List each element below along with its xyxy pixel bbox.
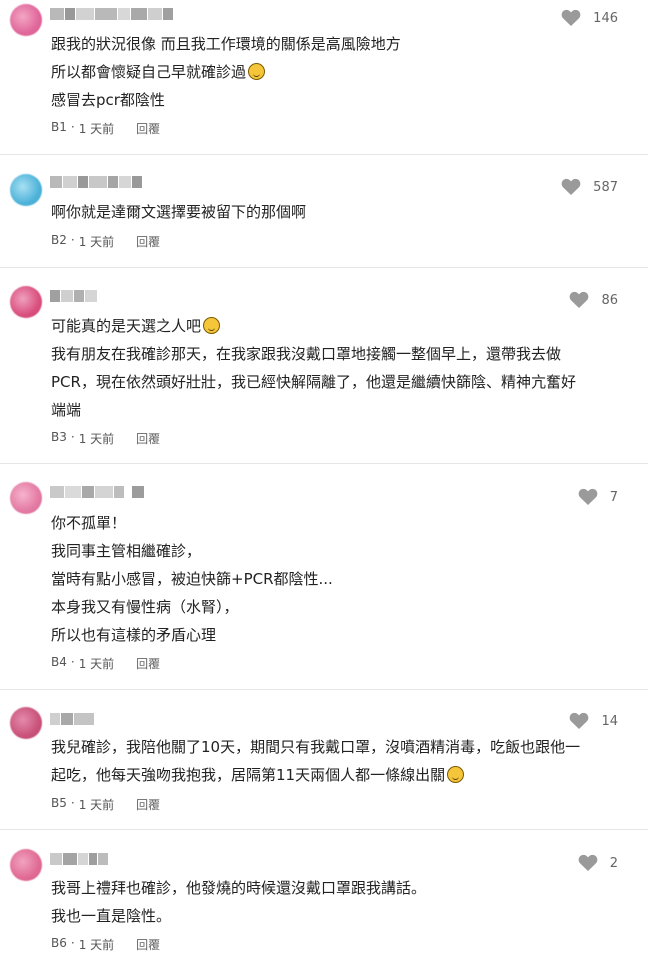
avatar[interactable] — [10, 4, 42, 36]
reply-button[interactable]: 回覆 — [136, 936, 160, 953]
comment-line: 我兒確診，我陪他關了10天，期間只有我戴口罩，沒噴酒精消毒，吃飯也跟他一 — [51, 738, 581, 756]
comment-line: 端端 — [51, 401, 82, 419]
avatar[interactable] — [10, 286, 42, 318]
heart-icon — [578, 854, 598, 871]
laughing-emoji-icon — [447, 766, 465, 783]
separator: · — [70, 796, 75, 810]
comment-line: 啊你就是達爾文選擇要被留下的那個啊 — [51, 203, 307, 221]
like-button[interactable]: 7 — [578, 488, 618, 506]
like-count: 86 — [601, 292, 618, 308]
comment-text: 啊你就是達爾文選擇要被留下的那個啊 — [51, 198, 628, 226]
like-button[interactable]: 14 — [569, 712, 618, 730]
comment-line: 起吃，他每天強吻我抱我，居隔第11天兩個人都一條線出關 — [51, 761, 628, 789]
floor-number: B4 — [51, 655, 67, 669]
heart-icon — [561, 9, 581, 27]
separator: · — [70, 430, 75, 444]
like-count: 7 — [609, 489, 618, 505]
comment-line: 我也一直是陰性。 — [51, 907, 172, 925]
avatar[interactable] — [10, 849, 42, 881]
comment-line: 感冒去pcr都陰性 — [51, 91, 165, 109]
username-blurred[interactable] — [50, 713, 94, 725]
comment-line: 我同事主管相繼確診， — [51, 542, 202, 560]
reply-button[interactable]: 回覆 — [136, 655, 160, 672]
like-button[interactable]: 86 — [569, 291, 618, 309]
comment-line: 當時有點小感冒，被迫快篩+PCR都陰性... — [51, 570, 333, 588]
floor-number: B5 — [51, 796, 67, 810]
separator: · — [70, 233, 75, 247]
heart-icon — [570, 291, 589, 308]
comment-meta: B3 · 1 天前 回覆 — [51, 430, 160, 447]
like-button[interactable]: 146 — [561, 9, 618, 27]
floor-number: B6 — [51, 936, 67, 950]
laughing-emoji-icon — [203, 317, 221, 334]
heart-icon — [578, 488, 598, 505]
comment-meta: B5 · 1 天前 回覆 — [51, 796, 160, 813]
reply-button[interactable]: 回覆 — [136, 430, 160, 447]
timestamp: 1 天前 — [78, 798, 115, 812]
comment-text: 跟我的狀況很像 而且我工作環境的關係是高風險地方 所以都會懷疑自己早就確診過 感… — [51, 30, 628, 114]
comment-line-text: 可能真的是天選之人吧 — [51, 317, 202, 335]
comment-meta: B6 · 1 天前 回覆 — [51, 936, 160, 953]
divider — [0, 689, 648, 690]
reply-button[interactable]: 回覆 — [136, 233, 160, 250]
comment-text: 我兒確診，我陪他關了10天，期間只有我戴口罩，沒噴酒精消毒，吃飯也跟他一 起吃，… — [51, 733, 628, 789]
comment-text: 我哥上禮拜也確診，他發燒的時候還沒戴口罩跟我講話。 我也一直是陰性。 — [51, 874, 628, 930]
divider — [0, 463, 648, 464]
username-blurred[interactable] — [50, 853, 108, 865]
username-blurred[interactable] — [50, 486, 144, 498]
username-blurred[interactable] — [50, 8, 173, 20]
comment-line: 所以也有這樣的矛盾心理 — [51, 626, 217, 644]
reply-button[interactable]: 回覆 — [136, 120, 160, 137]
comment-line-text: 起吃，他每天強吻我抱我，居隔第11天兩個人都一條線出關 — [51, 766, 446, 784]
comment-line: 本身我又有慢性病（水腎）， — [51, 598, 239, 616]
divider — [0, 829, 648, 830]
reply-button[interactable]: 回覆 — [136, 796, 160, 813]
like-count: 587 — [593, 179, 618, 195]
like-count: 146 — [593, 10, 618, 26]
comment-line: 我哥上禮拜也確診，他發燒的時候還沒戴口罩跟我講話。 — [51, 879, 427, 897]
separator: · — [70, 120, 75, 134]
avatar[interactable] — [10, 482, 42, 514]
like-count: 14 — [601, 713, 618, 729]
avatar[interactable] — [10, 174, 42, 206]
username-blurred[interactable] — [50, 290, 97, 302]
timestamp: 1 天前 — [78, 122, 115, 136]
avatar[interactable] — [10, 707, 42, 739]
comment-line: 可能真的是天選之人吧 — [51, 312, 628, 340]
comment-line: 跟我的狀況很像 而且我工作環境的關係是高風險地方 — [51, 35, 401, 53]
like-count: 2 — [609, 855, 618, 871]
floor-number: B3 — [51, 430, 67, 444]
like-button[interactable]: 587 — [561, 178, 618, 196]
comment-meta: B2 · 1 天前 回覆 — [51, 233, 160, 250]
username-blurred[interactable] — [50, 176, 142, 188]
comment-line: 所以都會懷疑自己早就確診過 — [51, 58, 628, 86]
comment-line: PCR，現在依然頭好壯壯，我已經快解隔離了，他還是繼續快篩陰、精神亢奮好 — [51, 373, 576, 391]
comment-line: 我有朋友在我確診那天，在我家跟我沒戴口罩地接觸一整個早上，還帶我去做 — [51, 345, 562, 363]
like-button[interactable]: 2 — [578, 854, 618, 872]
laughing-emoji-icon — [248, 63, 266, 80]
comment-meta: B4 · 1 天前 回覆 — [51, 655, 160, 672]
comment-line-text: 所以都會懷疑自己早就確診過 — [51, 63, 247, 81]
floor-number: B1 — [51, 120, 67, 134]
floor-number: B2 — [51, 233, 67, 247]
divider — [0, 267, 648, 268]
separator: · — [70, 655, 75, 669]
comment-text: 你不孤單！ 我同事主管相繼確診， 當時有點小感冒，被迫快篩+PCR都陰性... … — [51, 509, 628, 649]
timestamp: 1 天前 — [78, 657, 115, 671]
timestamp: 1 天前 — [78, 938, 115, 952]
separator: · — [70, 936, 75, 950]
timestamp: 1 天前 — [78, 235, 115, 249]
comment-meta: B1 · 1 天前 回覆 — [51, 120, 160, 137]
heart-icon — [570, 712, 589, 729]
divider — [0, 154, 648, 155]
heart-icon — [561, 178, 581, 195]
timestamp: 1 天前 — [78, 432, 115, 446]
comment-line: 你不孤單！ — [51, 514, 127, 532]
comment-text: 可能真的是天選之人吧 我有朋友在我確診那天，在我家跟我沒戴口罩地接觸一整個早上，… — [51, 312, 628, 424]
